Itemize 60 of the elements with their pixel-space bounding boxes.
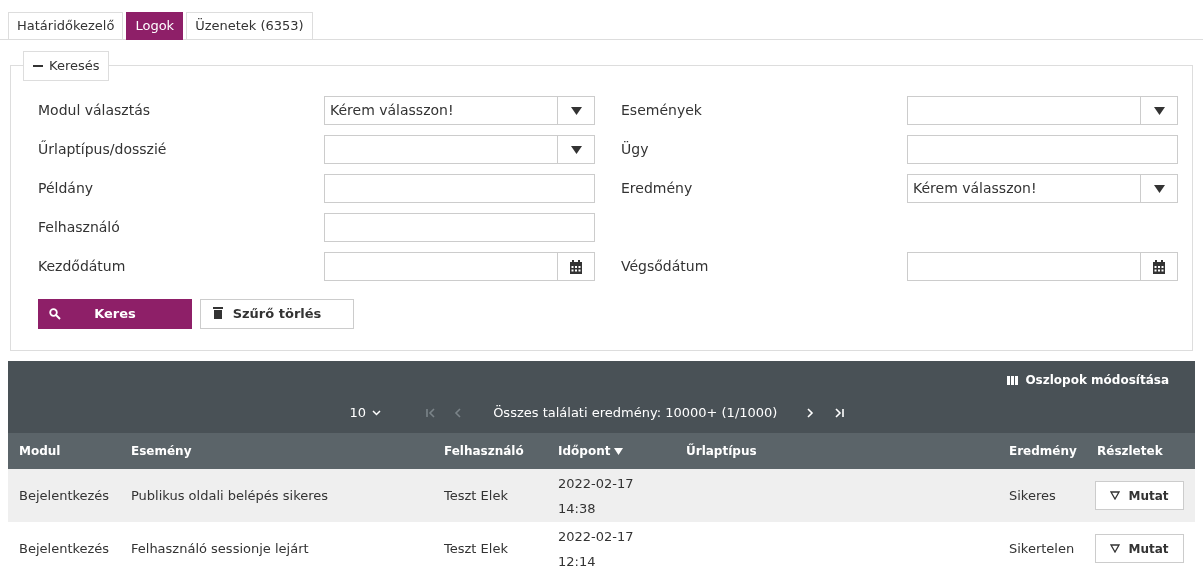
table-cell-text: Sikertelen [1009,540,1075,558]
field-label: Példány [38,179,95,198]
table-cell-text: Sikeres [1009,487,1056,505]
page-size-select[interactable]: 10 [349,403,382,423]
table-cell-text: Felhasználó sessionje lejárt [131,540,309,558]
caret-icon [570,145,582,154]
column-header[interactable]: Esemény [120,442,433,460]
result-summary: Összes találati eredmény: 10000+ (1/1000) [493,404,778,422]
calendar-icon [1152,259,1166,274]
select-field[interactable] [324,135,595,164]
caret-icon [570,106,582,115]
field-label: Űrlaptípus/dosszié [38,139,168,159]
last-page-icon[interactable] [833,406,846,419]
table-cell-text: 2022-02-17 14:38 [558,474,635,518]
tab[interactable]: Határidőkezelő [8,12,124,40]
select-field[interactable] [907,96,1178,125]
field-label: Eredmény [621,179,694,198]
field-label: Modul választás [38,101,152,120]
field-label: Ügy [621,140,650,159]
tab[interactable]: Logok [126,12,184,40]
chevron-down-icon [372,409,382,416]
columns-button[interactable]: Oszlopok módosítása [1007,371,1169,389]
select-field[interactable]: Kérem válasszon! [324,96,595,125]
show-button[interactable]: Mutat [1095,534,1184,563]
table-cell-text: Teszt Elek [444,540,508,558]
table-cell-text: Publikus oldali belépés sikeres [131,487,329,505]
input-field[interactable] [324,213,595,242]
date-field[interactable] [907,252,1178,281]
table-cell-text: Teszt Elek [444,487,508,505]
columns-icon [1007,375,1019,385]
column-header[interactable]: Űrlaptípus [675,442,998,460]
tab[interactable]: Üzenetek (6353) [186,12,313,40]
table-cell-text: Bejelentkezés [19,540,110,558]
trash-icon [213,307,223,319]
caret-icon [1153,184,1165,193]
triangle-down-icon [1110,491,1121,500]
column-header[interactable]: Részletek [1086,442,1195,460]
date-field[interactable] [324,252,595,281]
field-label: Események [621,101,703,120]
search-legend-toggle[interactable]: Keresés [23,51,110,81]
triangle-down-icon [1110,544,1121,553]
show-button[interactable]: Mutat [1095,481,1184,510]
column-header[interactable]: Időpont [547,442,675,460]
table-cell-text: 2022-02-17 12:14 [558,527,635,569]
search-icon [49,308,61,320]
caret-icon [1153,106,1165,115]
sort-icon [614,447,624,455]
calendar-icon [569,259,583,274]
field-label: Kezdődátum [38,257,127,276]
field-label: Végsődátum [621,257,710,276]
field-label: Felhasználó [38,218,121,237]
search-button[interactable]: Keres [38,299,192,329]
table-cell-text: Bejelentkezés [19,487,110,505]
input-field[interactable] [907,135,1178,164]
input-field[interactable] [324,174,595,203]
column-header[interactable]: Eredmény [998,442,1086,460]
select-field[interactable]: Kérem válasszon! [907,174,1178,203]
column-header[interactable]: Felhasználó [433,442,547,460]
column-header[interactable]: Modul [8,442,120,460]
clear-filter-button[interactable]: Szűrő törlés [200,299,354,329]
